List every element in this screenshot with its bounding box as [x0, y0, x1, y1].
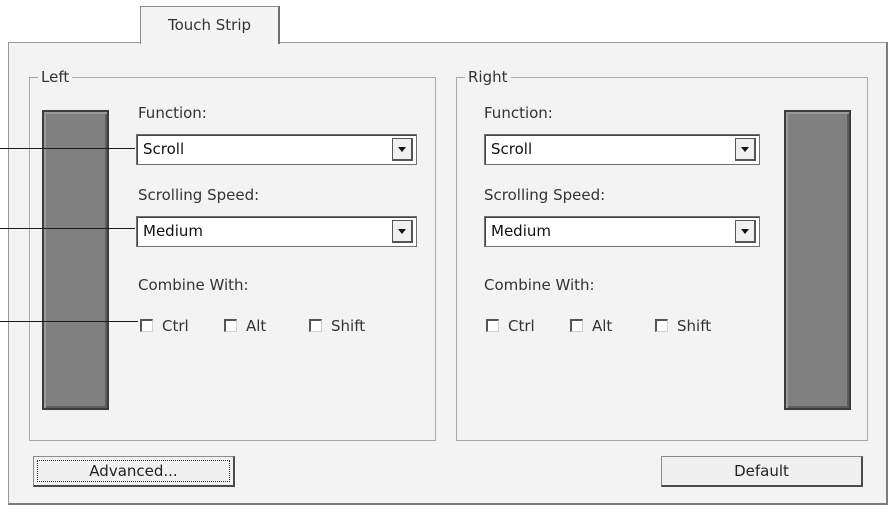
- right-group: Right Function: Scroll Scrolling Speed: …: [456, 68, 868, 441]
- left-function-select[interactable]: Scroll: [136, 134, 417, 165]
- left-modifier-row: Ctrl Alt Shift: [140, 317, 420, 337]
- right-shift-label: Shift: [677, 317, 712, 335]
- chevron-down-icon[interactable]: [392, 138, 413, 161]
- right-group-label: Right: [465, 68, 511, 86]
- left-shift-label: Shift: [331, 317, 366, 335]
- checkbox-icon[interactable]: [140, 319, 153, 332]
- left-group: Left Function: Scroll Scrolling Speed: M…: [29, 68, 436, 441]
- checkbox-icon[interactable]: [224, 319, 237, 332]
- advanced-button[interactable]: Advanced...: [33, 456, 235, 487]
- left-alt-label: Alt: [246, 317, 267, 335]
- right-shift-checkbox[interactable]: Shift: [655, 317, 725, 337]
- right-modifier-row: Ctrl Alt Shift: [486, 317, 766, 337]
- left-touch-strip-image: [42, 110, 109, 410]
- chevron-down-icon[interactable]: [392, 220, 413, 243]
- left-shift-checkbox[interactable]: Shift: [309, 317, 379, 337]
- left-ctrl-label: Ctrl: [162, 317, 189, 335]
- callout-line-combine-with: [0, 321, 138, 322]
- right-ctrl-label: Ctrl: [508, 317, 535, 335]
- checkbox-icon[interactable]: [570, 319, 583, 332]
- left-function-label: Function:: [138, 104, 207, 122]
- right-scrolling-speed-value: Medium: [491, 222, 551, 240]
- right-ctrl-checkbox[interactable]: Ctrl: [486, 317, 546, 337]
- default-button[interactable]: Default: [661, 456, 863, 487]
- default-button-label: Default: [734, 462, 789, 480]
- right-function-select[interactable]: Scroll: [484, 134, 760, 165]
- advanced-button-label: Advanced...: [89, 462, 178, 480]
- callout-line-scrolling-speed: [0, 228, 135, 229]
- chevron-down-icon[interactable]: [735, 220, 756, 243]
- right-alt-label: Alt: [592, 317, 613, 335]
- right-function-label: Function:: [484, 104, 553, 122]
- checkbox-icon[interactable]: [655, 319, 668, 332]
- right-function-value: Scroll: [491, 140, 533, 158]
- left-group-label: Left: [38, 68, 73, 86]
- left-function-value: Scroll: [143, 140, 185, 158]
- chevron-down-icon[interactable]: [735, 138, 756, 161]
- right-scrolling-speed-label: Scrolling Speed:: [484, 186, 606, 204]
- right-touch-strip-image: [784, 110, 851, 410]
- checkbox-icon[interactable]: [309, 319, 322, 332]
- left-scrolling-speed-label: Scrolling Speed:: [138, 186, 260, 204]
- right-alt-checkbox[interactable]: Alt: [570, 317, 630, 337]
- left-alt-checkbox[interactable]: Alt: [224, 317, 284, 337]
- tab-touch-strip[interactable]: Touch Strip: [140, 6, 280, 44]
- callout-line-function: [0, 148, 135, 149]
- checkbox-icon[interactable]: [486, 319, 499, 332]
- left-scrolling-speed-value: Medium: [143, 222, 203, 240]
- right-combine-with-label: Combine With:: [484, 276, 595, 294]
- touch-strip-panel: Left Function: Scroll Scrolling Speed: M…: [8, 42, 888, 505]
- left-combine-with-label: Combine With:: [138, 276, 249, 294]
- right-scrolling-speed-select[interactable]: Medium: [484, 216, 760, 247]
- left-scrolling-speed-select[interactable]: Medium: [136, 216, 417, 247]
- left-ctrl-checkbox[interactable]: Ctrl: [140, 317, 200, 337]
